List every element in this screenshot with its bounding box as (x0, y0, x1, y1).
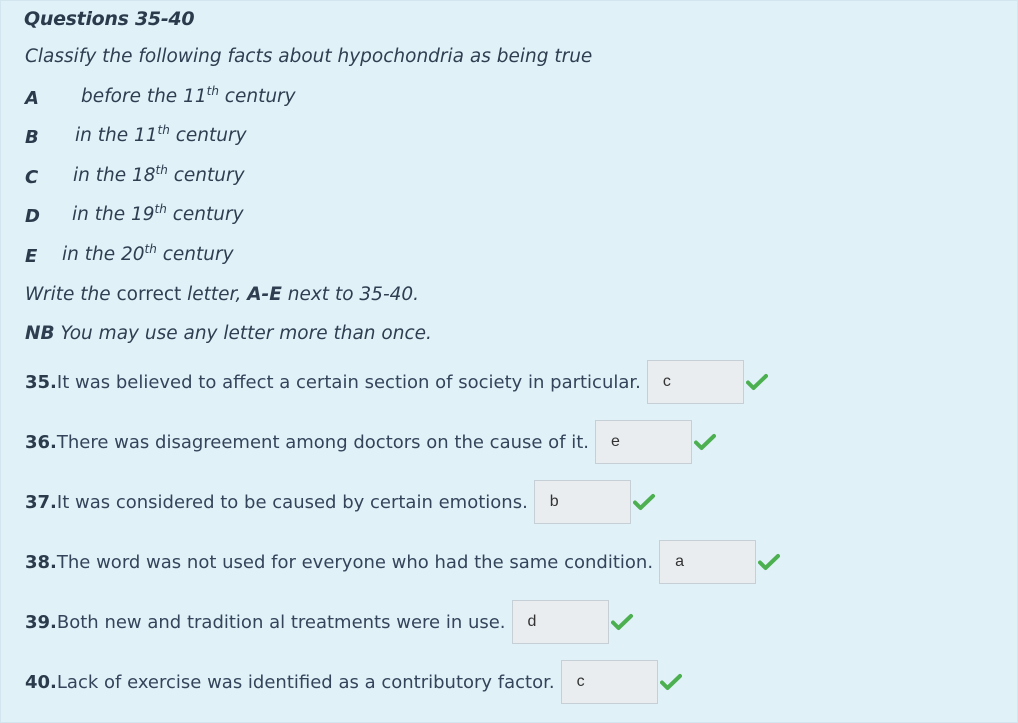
option-text-a: before the 11th century (81, 84, 296, 107)
question-text: There was disagreement among doctors on … (56, 431, 590, 453)
question-36: 36. There was disagreement among doctors… (25, 419, 717, 465)
question-text: It was considered to be caused by certai… (56, 491, 528, 513)
answer-input-36[interactable]: e (595, 420, 693, 464)
question-number: 37. (25, 491, 57, 513)
question-39: 39. Both new and tradition al treatments… (25, 599, 633, 645)
question-number: 40. (25, 671, 57, 693)
question-panel: Questions 35-40 Classify the following f… (0, 0, 1018, 723)
check-icon (632, 493, 655, 511)
option-letter-c: C (25, 167, 39, 188)
option-text-d: in the 19th century (72, 202, 244, 225)
check-icon (745, 373, 768, 391)
option-letter-b: B (25, 127, 39, 148)
instruction-text: Classify the following facts about hypoc… (25, 46, 593, 67)
question-text: Both new and tradition al treatments wer… (56, 611, 506, 633)
option-letter-e: E (25, 246, 38, 267)
option-text-c: in the 18th century (73, 163, 245, 186)
write-instruction: Write the correct letter, A-E next to 35… (25, 284, 420, 305)
question-35: 35. It was believed to affect a certain … (25, 359, 768, 405)
question-text: It was believed to affect a certain sect… (56, 371, 641, 393)
option-text-b: in the 11th century (75, 123, 247, 146)
check-icon (610, 613, 633, 631)
option-letter-a: A (25, 88, 39, 109)
question-number: 38. (25, 551, 57, 573)
question-number: 39. (25, 611, 57, 633)
answer-input-37[interactable]: b (533, 480, 631, 524)
option-text-e: in the 20th century (62, 242, 234, 265)
nb-instruction: NB You may use any letter more than once… (25, 323, 432, 344)
option-letter-d: D (25, 206, 40, 227)
check-icon (659, 673, 682, 691)
answer-input-35[interactable]: c (646, 360, 744, 404)
question-text: The word was not used for everyone who h… (56, 551, 654, 573)
question-40: 40. Lack of exercise was identified as a… (25, 659, 682, 705)
answer-input-39[interactable]: d (511, 600, 609, 644)
answer-input-40[interactable]: c (560, 660, 658, 704)
question-text: Lack of exercise was identified as a con… (56, 671, 555, 693)
check-icon (758, 553, 781, 571)
question-number: 36. (25, 431, 57, 453)
question-number: 35. (25, 371, 57, 393)
question-38: 38. The word was not used for everyone w… (25, 539, 781, 585)
question-37: 37. It was considered to be caused by ce… (25, 479, 655, 525)
page-title: Questions 35-40 (24, 8, 195, 30)
answer-input-38[interactable]: a (659, 540, 757, 584)
check-icon (694, 433, 717, 451)
